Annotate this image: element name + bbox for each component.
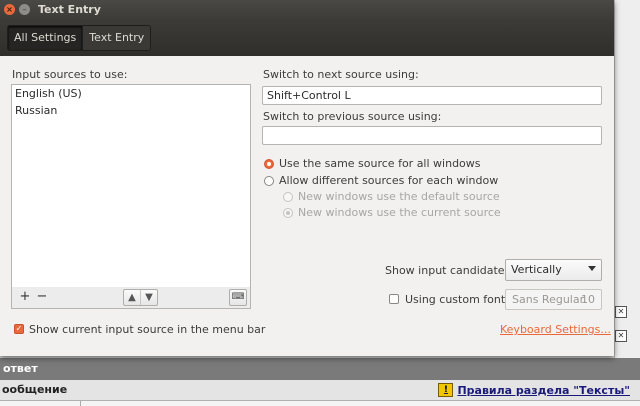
background-reply-bar: ответ [0,358,640,380]
minimize-icon[interactable]: – [19,4,30,15]
input-candidates-label: Show input candidates: [385,264,515,277]
warning-icon: ! [438,383,454,397]
background-right-strip: ✕ ✕ [614,0,640,360]
current-source-label: New windows use the current source [298,206,501,219]
chevron-down-icon [588,266,596,271]
radio-unselected-icon [264,175,274,186]
previous-source-label: Switch to previous source using: [263,110,442,123]
default-source-radio: New windows use the default source [283,190,500,203]
background-header-row: ообщение ! Правила раздела "Тексты" [0,380,640,401]
radio-disabled-selected-icon [283,207,293,218]
font-size: 10 [581,293,595,306]
default-source-label: New windows use the default source [298,190,500,203]
input-candidates-dropdown[interactable]: Vertically [505,259,602,281]
close-icon[interactable]: × [4,4,15,15]
move-up-button[interactable]: ▲ [124,290,140,305]
background-reply-label: ответ [3,362,38,375]
next-source-shortcut-field[interactable]: Shift+Control L [262,86,602,105]
background-table-row [0,401,640,406]
previous-source-shortcut-field[interactable] [262,126,602,145]
move-source-buttons: ▲ ▼ [123,289,158,306]
breadcrumb-all-settings[interactable]: All Settings [8,26,83,50]
input-sources-toolbar: + − ▲ ▼ ⌨ [11,287,251,309]
input-sources-label: Input sources to use: [12,68,128,81]
radio-disabled-icon [283,191,293,202]
background-marker-icon: ✕ [615,330,627,342]
background-marker-icon: ✕ [615,306,627,318]
custom-font-label: Using custom font: [405,293,509,306]
font-name: Sans Regular [512,293,585,306]
window-toolbar: All Settings Text Entry [0,20,614,56]
background-rules-text: Правила раздела "Тексты" [457,383,630,397]
menu-bar-checkbox[interactable]: ✓ [14,324,24,334]
next-source-label: Switch to next source using: [263,68,419,81]
current-source-radio: New windows use the current source [283,206,501,219]
background-rules-link[interactable]: ! Правила раздела "Тексты" [438,383,630,397]
different-sources-radio[interactable]: Allow different sources for each window [264,174,498,187]
window-title: Text Entry [38,3,101,16]
different-sources-label: Allow different sources for each window [279,174,499,187]
same-source-radio[interactable]: Use the same source for all windows [264,157,481,170]
keyboard-icon[interactable]: ⌨ [229,289,247,306]
radio-selected-icon [264,158,274,169]
background-message-label: ообщение [2,383,68,396]
add-source-button[interactable]: + [18,289,32,305]
keyboard-settings-link[interactable]: Keyboard Settings... [500,323,611,336]
breadcrumb: All Settings Text Entry [7,25,152,51]
move-down-button[interactable]: ▼ [140,290,157,305]
font-chooser-button: Sans Regular 10 [505,289,602,310]
custom-font-checkbox[interactable] [389,294,399,304]
input-sources-list[interactable]: English (US) Russian [11,84,251,288]
list-item[interactable]: English (US) [12,85,250,102]
list-item[interactable]: Russian [12,102,250,119]
input-candidates-value: Vertically [511,263,562,276]
remove-source-button[interactable]: − [35,289,49,305]
same-source-label: Use the same source for all windows [279,157,481,170]
window-titlebar: × – Text Entry [0,0,614,20]
breadcrumb-text-entry[interactable]: Text Entry [82,26,151,50]
menu-bar-label: Show current input source in the menu ba… [29,323,266,336]
